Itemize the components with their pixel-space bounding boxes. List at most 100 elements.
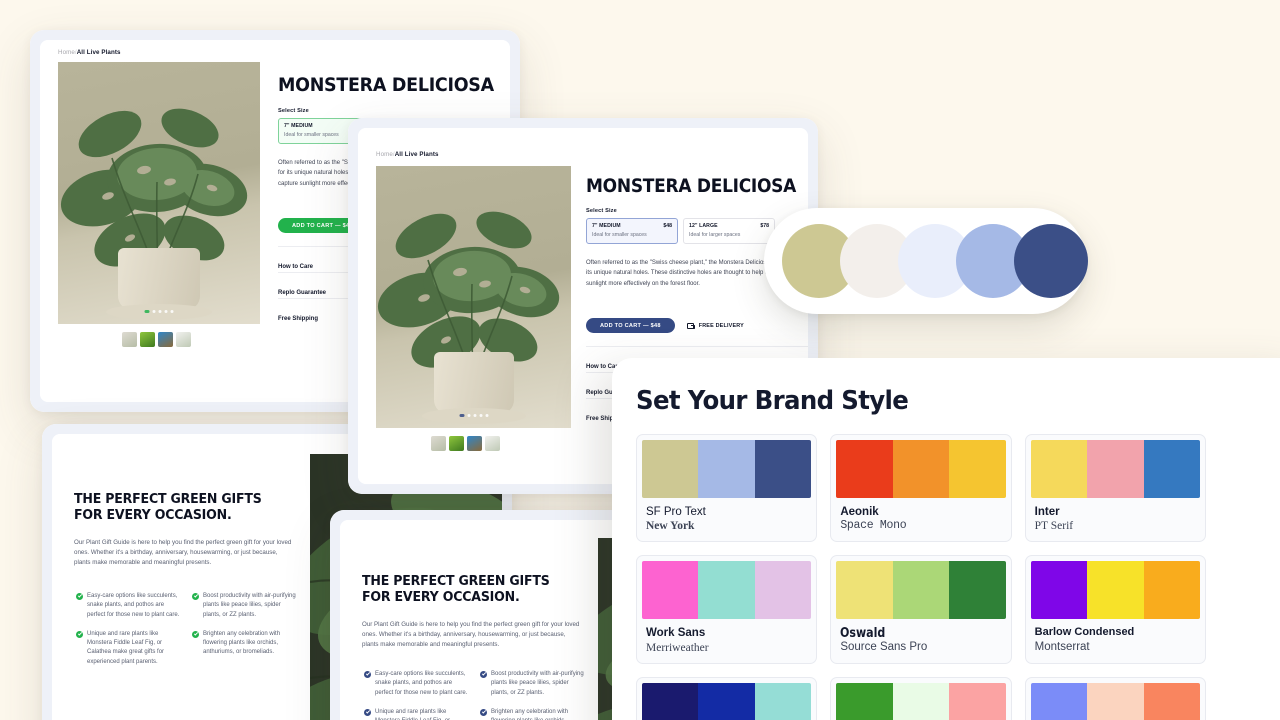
brand-style-tile[interactable]: Inter PT Serif	[1024, 434, 1206, 543]
tile-swatch-3	[949, 682, 1006, 720]
size-name: 7" MEDIUM	[592, 223, 621, 229]
carousel-dots-front[interactable]	[459, 414, 488, 417]
tile-swatches	[1030, 682, 1200, 720]
tile-swatches	[836, 561, 1006, 620]
tile-fonts: Work Sans Merriweather	[642, 619, 811, 655]
tile-swatch-2	[892, 561, 950, 620]
tile-font-secondary: New York	[646, 520, 695, 533]
carousel-dot-active[interactable]	[144, 310, 150, 313]
carousel-dot[interactable]	[152, 310, 156, 313]
breadcrumb-home[interactable]: Home	[58, 49, 75, 56]
brand-style-tile[interactable]: SF Pro Text New York	[636, 434, 818, 543]
breadcrumb: Home/All Live Plants	[58, 49, 121, 56]
brand-style-tile[interactable]: Aeonik Space Mono	[830, 434, 1012, 543]
tile-swatch-2	[698, 561, 755, 620]
tile-font-primary: Work Sans	[646, 627, 706, 640]
tile-swatch-3	[1143, 682, 1200, 720]
product-hero-image-back[interactable]	[58, 62, 260, 324]
gift-guide-body-back: Our Plant Gift Guide is here to help you…	[74, 539, 292, 566]
tile-swatch-1	[836, 561, 893, 620]
check-icon	[480, 671, 487, 678]
tile-swatch-2	[1087, 682, 1144, 720]
free-delivery-label: FREE DELIVERY	[698, 322, 744, 329]
gift-bullet: Unique and rare plants like Monstera Fid…	[364, 708, 468, 720]
tile-font-secondary: Source Sans Pro	[840, 641, 928, 654]
size-sub: Ideal for larger spaces	[689, 231, 741, 238]
gift-guide-bullets-front: Easy-care options like succulents, snake…	[364, 670, 586, 720]
thumbnail[interactable]	[467, 436, 482, 451]
carousel-dot[interactable]	[164, 310, 168, 313]
brand-style-tile[interactable]: Oswald Source Sans Pro	[830, 555, 1012, 664]
carousel-dot[interactable]	[473, 414, 476, 417]
tile-font-primary: Oswald	[840, 626, 1001, 640]
add-to-cart-button-front[interactable]: ADD TO CART — $48	[586, 318, 675, 333]
carousel-dot[interactable]	[467, 414, 470, 417]
size-sub: Ideal for smaller spaces	[592, 231, 647, 238]
select-size-label-front: Select Size	[586, 208, 617, 214]
size-name: 12" LARGE	[689, 223, 718, 229]
size-price: $78	[760, 223, 769, 229]
gift-guide-title-back: THE PERFECT GREEN GIFTS FOR EVERY OCCASI…	[74, 491, 262, 523]
breadcrumb: Home/All Live Plants	[376, 151, 439, 158]
thumbnail-strip-front[interactable]	[431, 436, 500, 451]
gift-bullet: Boost productivity with air-purifying pl…	[192, 592, 296, 620]
size-option-large[interactable]: 12" LARGE $78 Ideal for larger spaces	[683, 218, 775, 244]
tile-font-secondary: Montserrat	[1034, 641, 1090, 654]
brand-style-tile[interactable]: Barlow Condensed Montserrat	[1024, 555, 1206, 664]
accordion-title: Free Shipping	[278, 316, 319, 322]
plant-pot	[434, 352, 514, 414]
thumbnail[interactable]	[485, 436, 500, 451]
tile-swatch-1	[642, 440, 699, 498]
thumbnail[interactable]	[176, 332, 191, 347]
tile-swatch-2	[892, 682, 950, 720]
tile-swatch-3	[754, 561, 812, 620]
carousel-dot[interactable]	[479, 414, 482, 417]
carousel-dots-back[interactable]	[144, 310, 174, 313]
product-hero-image-front[interactable]	[376, 166, 571, 428]
brand-style-tile[interactable]	[830, 676, 1012, 720]
size-name: 7" MEDIUM	[284, 123, 313, 129]
carousel-dot[interactable]	[485, 414, 488, 417]
brand-style-tile[interactable]	[636, 676, 818, 720]
breadcrumb-current: All Live Plants	[394, 151, 439, 158]
breadcrumb-home[interactable]: Home	[376, 151, 393, 158]
tile-swatches	[642, 561, 812, 620]
size-price: $48	[663, 223, 672, 229]
thumbnail[interactable]	[122, 332, 137, 347]
tile-font-primary: Aeonik	[840, 506, 879, 518]
free-delivery-note-front: FREE DELIVERY	[686, 322, 744, 329]
carousel-dot[interactable]	[158, 310, 162, 313]
tile-swatch-2	[892, 440, 950, 498]
brand-style-tile[interactable]: Work Sans Merriweather	[636, 555, 818, 664]
color-palette-pill[interactable]	[764, 208, 1088, 314]
thumbnail-strip-back[interactable]	[122, 332, 191, 347]
check-icon	[76, 630, 83, 638]
size-option-medium[interactable]: 7" MEDIUM $48 Ideal for smaller spaces	[586, 218, 678, 244]
tile-swatches	[836, 440, 1006, 498]
accordion-title: How to Care	[278, 264, 314, 270]
tile-swatch-3	[754, 440, 812, 498]
tile-swatches	[642, 682, 812, 720]
carousel-dot[interactable]	[170, 310, 174, 313]
thumbnail[interactable]	[449, 436, 464, 451]
tile-fonts: SF Pro Text New York	[642, 498, 811, 534]
palette-swatch-5[interactable]	[1014, 224, 1088, 298]
brand-style-tile[interactable]	[1024, 676, 1206, 720]
tile-fonts: Barlow Condensed Montserrat	[1031, 619, 1200, 655]
size-selector-front[interactable]: 7" MEDIUM $48 Ideal for smaller spaces 1…	[586, 218, 775, 244]
tile-fonts: Aeonik Space Mono	[836, 498, 1005, 534]
tile-font-primary: Inter	[1034, 506, 1060, 518]
gift-guide-title-front: THE PERFECT GREEN GIFTS FOR EVERY OCCASI…	[362, 573, 550, 605]
tile-swatch-1	[836, 440, 893, 498]
carousel-dot-active[interactable]	[459, 414, 464, 417]
tile-swatch-3	[754, 682, 812, 720]
thumbnail[interactable]	[158, 332, 173, 347]
thumbnail[interactable]	[431, 436, 446, 451]
thumbnail[interactable]	[140, 332, 155, 347]
brand-style-grid: SF Pro Text New York Aeonik Space Mono I…	[636, 434, 1206, 720]
tile-font-secondary: PT Serif	[1034, 520, 1074, 533]
product-title-back: MONSTERA DELICIOSA	[278, 74, 494, 96]
accordion-title: Replo Guarantee	[278, 290, 327, 296]
tile-font-secondary: Merriweather	[646, 641, 709, 654]
gift-bullet: Brighten any celebration with flowering …	[192, 630, 296, 667]
